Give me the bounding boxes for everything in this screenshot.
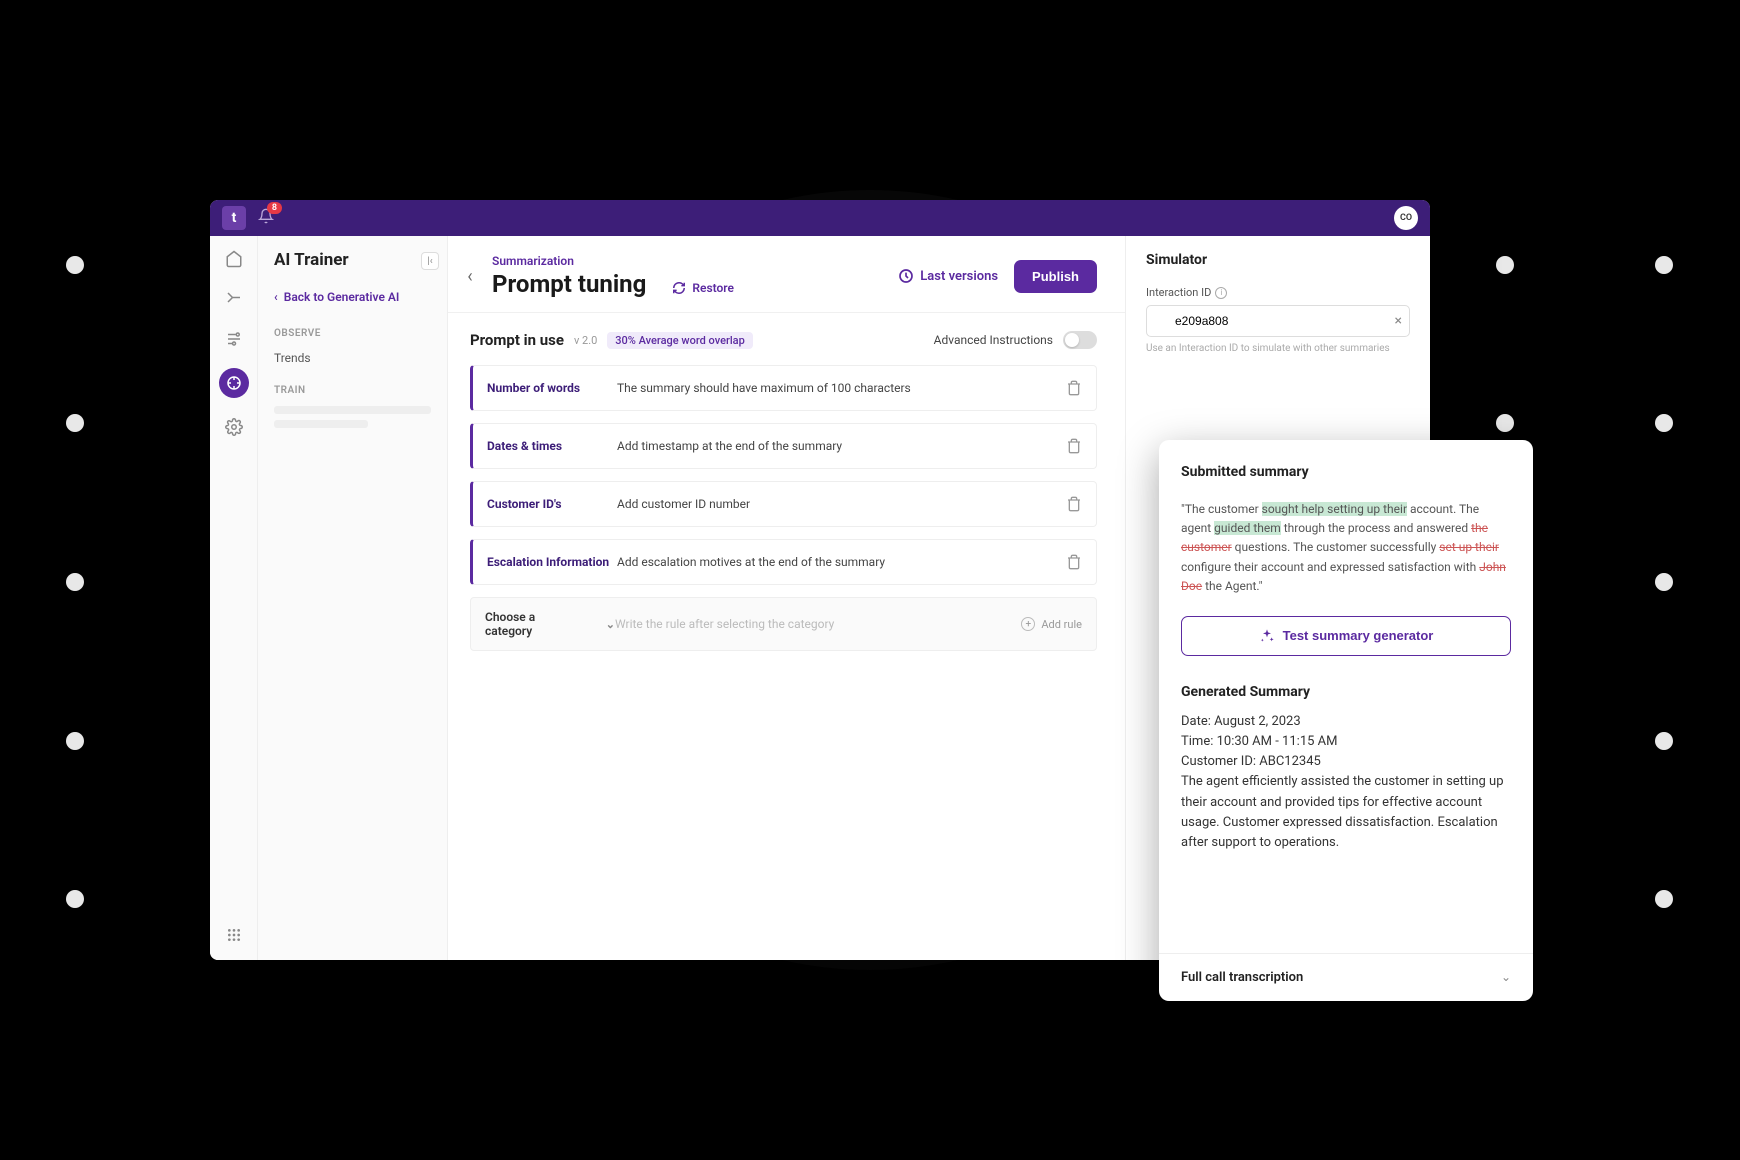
chevron-left-icon: ‹ xyxy=(274,290,278,304)
sidebar-group-train: TRAIN xyxy=(274,385,431,396)
rule-row[interactable]: Number of words The summary should have … xyxy=(470,365,1097,411)
test-button-label: Test summary generator xyxy=(1283,628,1434,643)
icon-rail xyxy=(210,236,258,960)
add-rule-button[interactable]: + Add rule xyxy=(1021,617,1082,631)
plus-icon: + xyxy=(1021,617,1035,631)
chevron-down-icon: ⌄ xyxy=(1501,970,1511,984)
history-icon xyxy=(898,268,914,284)
generated-summary-text: Date: August 2, 2023 Time: 10:30 AM - 11… xyxy=(1181,712,1511,853)
sidebar: AI Trainer |‹ ‹ Back to Generative AI OB… xyxy=(258,236,448,960)
page-header: ‹ Summarization Prompt tuning Restore xyxy=(448,236,1125,313)
trash-icon[interactable] xyxy=(1066,438,1082,454)
advanced-label: Advanced Instructions xyxy=(934,333,1053,347)
category-select[interactable]: Choose a category ⌄ xyxy=(485,610,615,638)
sidebar-title: AI Trainer xyxy=(274,250,431,270)
nav-apps-icon[interactable] xyxy=(223,924,245,946)
section-title: Prompt in use xyxy=(470,331,564,349)
add-rule-label: Add rule xyxy=(1041,618,1082,631)
simulator-title: Simulator xyxy=(1146,252,1410,268)
last-versions-button[interactable]: Last versions xyxy=(898,268,998,284)
avatar[interactable]: CO xyxy=(1394,206,1418,230)
field-label: Interaction ID i xyxy=(1146,286,1410,299)
sidebar-placeholder xyxy=(274,420,368,428)
rule-row[interactable]: Escalation Information Add escalation mo… xyxy=(470,539,1097,585)
advanced-toggle[interactable] xyxy=(1063,331,1097,349)
trash-icon[interactable] xyxy=(1066,554,1082,570)
nav-settings-icon[interactable] xyxy=(223,416,245,438)
refresh-icon xyxy=(672,281,686,295)
breadcrumb[interactable]: Summarization xyxy=(492,254,646,268)
submitted-summary-text: "The customer sought help setting up the… xyxy=(1181,500,1511,596)
clear-icon[interactable]: × xyxy=(1395,313,1402,329)
highlight-added: guided them xyxy=(1214,521,1281,535)
rule-name: Dates & times xyxy=(487,439,617,453)
overlap-tag: 30% Average word overlap xyxy=(607,332,753,349)
restore-button[interactable]: Restore xyxy=(672,281,734,295)
restore-label: Restore xyxy=(692,281,734,295)
last-versions-label: Last versions xyxy=(920,269,998,284)
rule-desc: Add escalation motives at the end of the… xyxy=(617,555,1066,569)
back-button[interactable]: ‹ xyxy=(460,266,480,286)
rule-input-placeholder[interactable]: Write the rule after selecting the categ… xyxy=(615,617,1021,631)
page-title: Prompt tuning xyxy=(492,270,646,298)
back-link[interactable]: ‹ Back to Generative AI xyxy=(274,290,431,304)
rule-name: Escalation Information xyxy=(487,555,617,569)
trash-icon[interactable] xyxy=(1066,380,1082,396)
app-logo[interactable]: t xyxy=(222,206,246,230)
chevron-down-icon: ⌄ xyxy=(606,618,615,631)
rule-desc: Add timestamp at the end of the summary xyxy=(617,439,1066,453)
nav-flow-icon[interactable] xyxy=(223,288,245,310)
new-rule-row: Choose a category ⌄ Write the rule after… xyxy=(470,597,1097,651)
notification-badge: 8 xyxy=(267,202,282,214)
info-icon[interactable]: i xyxy=(1215,287,1227,299)
transcript-toggle[interactable]: Full call transcription ⌄ xyxy=(1159,953,1533,1001)
sidebar-item-trends[interactable]: Trends xyxy=(274,349,431,367)
sidebar-group-observe: OBSERVE xyxy=(274,328,431,339)
transcript-label: Full call transcription xyxy=(1181,970,1303,985)
rule-row[interactable]: Customer ID's Add customer ID number xyxy=(470,481,1097,527)
rule-name: Customer ID's xyxy=(487,497,617,511)
sparkle-icon xyxy=(1259,628,1275,644)
summary-card: Submitted summary "The customer sought h… xyxy=(1159,440,1533,1001)
back-link-label: Back to Generative AI xyxy=(284,290,400,304)
rule-row[interactable]: Dates & times Add timestamp at the end o… xyxy=(470,423,1097,469)
helper-text: Use an Interaction ID to simulate with o… xyxy=(1146,343,1410,354)
interaction-id-input[interactable] xyxy=(1146,305,1410,337)
test-summary-button[interactable]: Test summary generator xyxy=(1181,616,1511,656)
version-tag: v 2.0 xyxy=(574,334,597,347)
notifications-button[interactable]: 8 xyxy=(258,208,274,228)
sidebar-placeholder xyxy=(274,406,431,414)
collapse-sidebar-button[interactable]: |‹ xyxy=(421,252,439,270)
generated-summary-title: Generated Summary xyxy=(1181,684,1511,700)
nav-ai-icon[interactable] xyxy=(219,368,249,398)
titlebar: t 8 CO xyxy=(210,200,1430,236)
highlight-removed: set up their xyxy=(1439,540,1499,554)
rule-name: Number of words xyxy=(487,381,617,395)
trash-icon[interactable] xyxy=(1066,496,1082,512)
nav-home-icon[interactable] xyxy=(223,248,245,270)
highlight-added: sought help setting up their xyxy=(1262,502,1407,516)
publish-button[interactable]: Publish xyxy=(1014,260,1097,293)
nav-sliders-icon[interactable] xyxy=(223,328,245,350)
category-label: Choose a category xyxy=(485,610,566,638)
prompt-area: ‹ Summarization Prompt tuning Restore xyxy=(448,236,1126,960)
submitted-summary-title: Submitted summary xyxy=(1181,464,1511,480)
rule-desc: The summary should have maximum of 100 c… xyxy=(617,381,1066,395)
rule-desc: Add customer ID number xyxy=(617,497,1066,511)
